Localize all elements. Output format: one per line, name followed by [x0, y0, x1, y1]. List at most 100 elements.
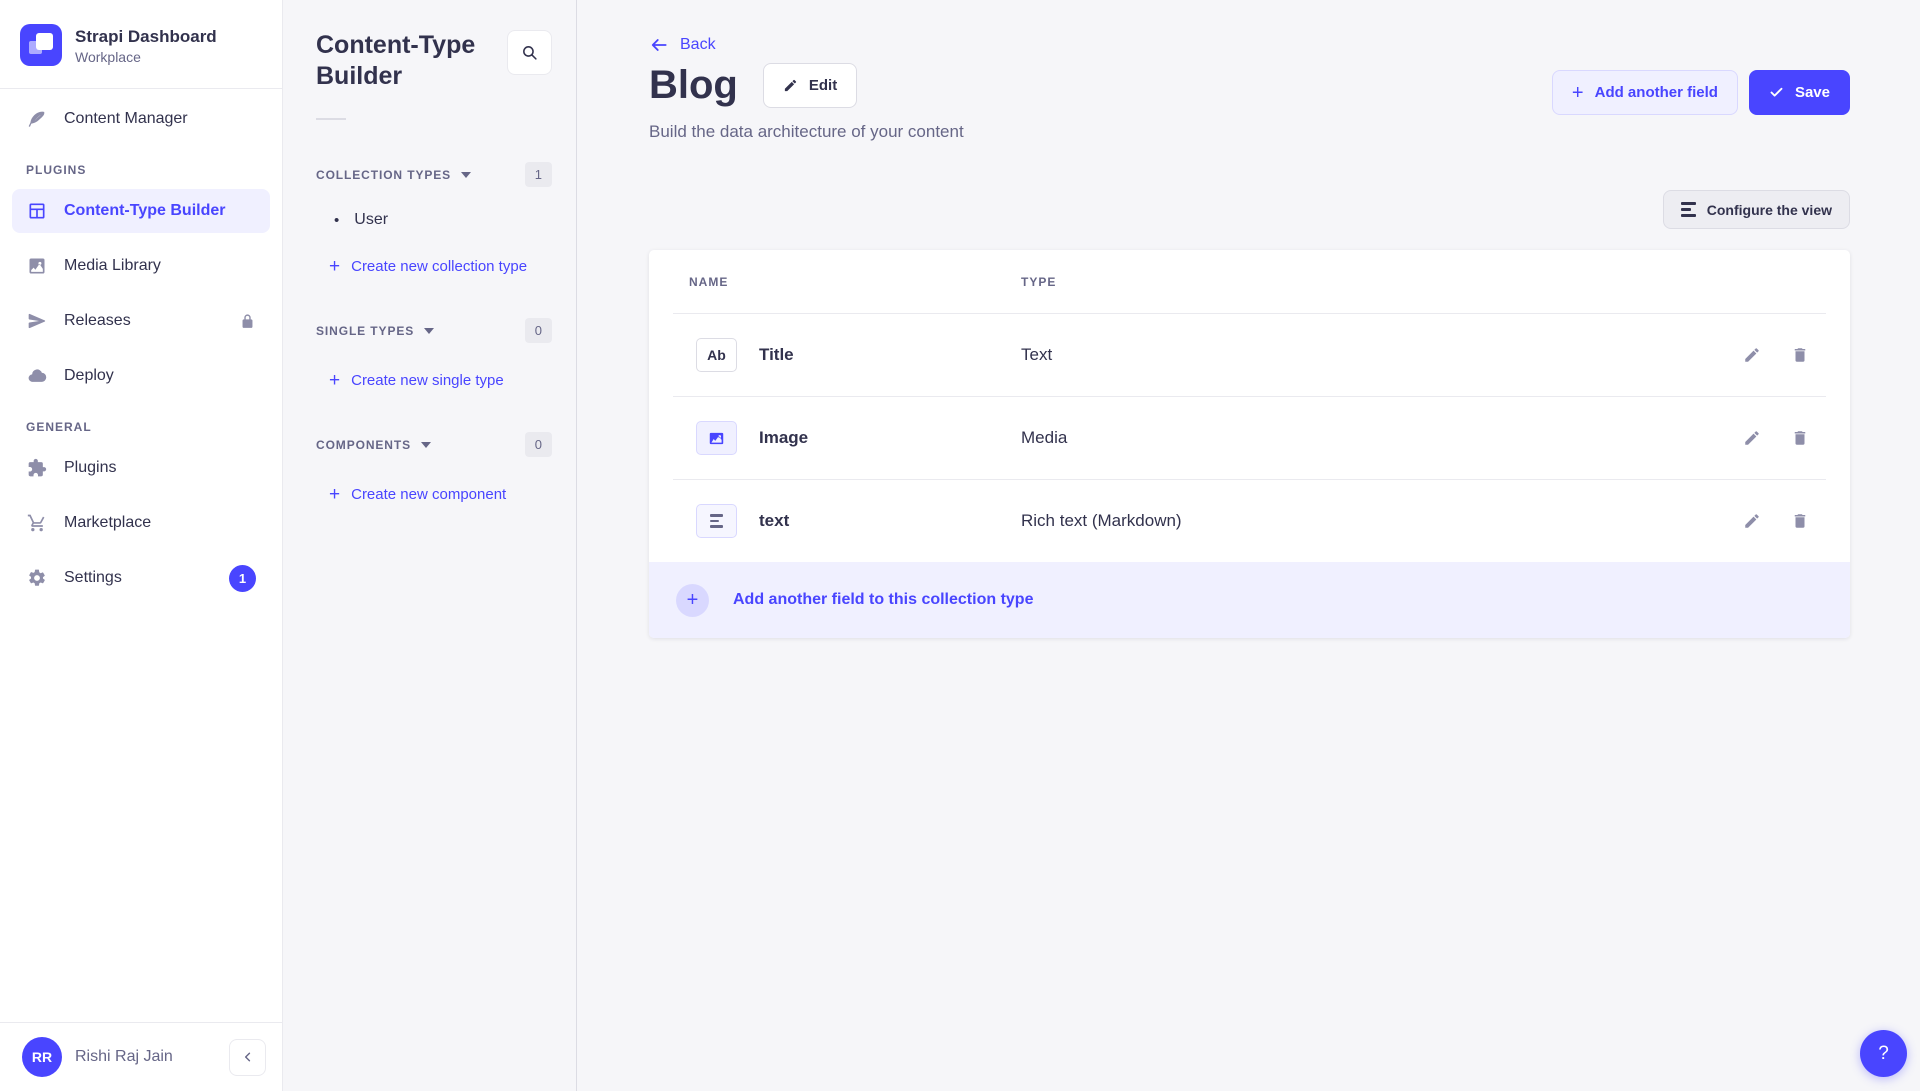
text-field-icon: Ab — [696, 338, 737, 372]
edit-field-button[interactable] — [1742, 345, 1762, 365]
delete-field-button[interactable] — [1790, 345, 1810, 365]
settings-notification-badge: 1 — [229, 565, 256, 592]
sidebar-item-plugins[interactable]: Plugins — [12, 446, 270, 490]
trash-icon — [1791, 512, 1809, 530]
delete-field-button[interactable] — [1790, 511, 1810, 531]
page-title: Blog — [649, 63, 738, 108]
components-section-header[interactable]: COMPONENTS 0 — [316, 432, 552, 457]
back-link[interactable]: Back — [649, 35, 716, 55]
search-button[interactable] — [507, 30, 552, 75]
pencil-icon — [1743, 512, 1761, 530]
avatar[interactable]: RR — [22, 1037, 62, 1077]
help-button[interactable]: ? — [1860, 1030, 1907, 1077]
table-row[interactable]: Image Media — [649, 397, 1850, 479]
field-type: Media — [1021, 428, 1742, 448]
chevron-down-icon — [421, 442, 431, 448]
edit-field-button[interactable] — [1742, 428, 1762, 448]
column-header-type: TYPE — [1021, 275, 1810, 289]
sidebar-item-label: Marketplace — [64, 514, 151, 532]
app-title: Strapi Dashboard — [75, 26, 217, 47]
sidebar-item-settings[interactable]: Settings 1 — [12, 556, 270, 600]
main-sidebar: Strapi Dashboard Workplace Content Manag… — [0, 0, 283, 1091]
create-new-component-link[interactable]: + Create new component — [316, 485, 552, 504]
column-header-name: NAME — [689, 275, 1021, 289]
plus-icon: + — [329, 371, 340, 390]
add-field-to-collection-label: Add another field to this collection typ… — [733, 591, 1033, 609]
user-name: Rishi Raj Jain — [75, 1048, 173, 1066]
media-field-icon — [696, 421, 737, 455]
pencil-icon — [1743, 429, 1761, 447]
sidebar-item-deploy[interactable]: Deploy — [12, 354, 270, 398]
page-subtitle: Build the data architecture of your cont… — [649, 122, 1850, 142]
sidebar-item-content-manager[interactable]: Content Manager — [12, 97, 270, 141]
sidebar-nav: Content Manager PLUGINS Content-Type Bui… — [0, 89, 282, 1022]
save-label: Save — [1795, 84, 1830, 101]
content-type-builder-subnav: Content-Type Builder COLLECTION TYPES 1 … — [283, 0, 577, 1091]
trash-icon — [1791, 346, 1809, 364]
paper-plane-icon — [26, 310, 48, 332]
subnav-title: Content-Type Builder — [316, 30, 481, 92]
pencil-icon — [1743, 346, 1761, 364]
sidebar-item-media-library[interactable]: Media Library — [12, 244, 270, 288]
richtext-field-icon — [696, 504, 737, 538]
sidebar-section-plugins: PLUGINS — [26, 163, 256, 177]
feather-pen-icon — [26, 108, 48, 130]
main-content: Back Blog Edit + Add another field — [577, 0, 1920, 1091]
sidebar-item-label: Deploy — [64, 367, 114, 385]
single-types-label: SINGLE TYPES — [316, 324, 414, 338]
sidebar-item-label: Plugins — [64, 459, 116, 477]
collection-type-item-label: User — [354, 211, 388, 229]
components-label: COMPONENTS — [316, 438, 411, 452]
collection-types-count-badge: 1 — [525, 162, 552, 187]
edit-label: Edit — [809, 77, 837, 94]
configure-the-view-button[interactable]: Configure the view — [1663, 190, 1850, 229]
sidebar-item-label: Media Library — [64, 257, 161, 275]
table-row[interactable]: Ab Title Text — [649, 314, 1850, 396]
edit-field-button[interactable] — [1742, 511, 1762, 531]
create-link-label: Create new collection type — [351, 258, 527, 275]
plus-icon: + — [329, 485, 340, 504]
sidebar-item-content-type-builder[interactable]: Content-Type Builder — [12, 189, 270, 233]
arrow-left-icon — [649, 35, 669, 55]
workspace-name: Workplace — [75, 49, 217, 65]
divider — [316, 118, 346, 120]
create-link-label: Create new component — [351, 486, 506, 503]
sidebar-item-releases[interactable]: Releases — [12, 299, 270, 343]
table-header: NAME TYPE — [649, 250, 1850, 313]
add-another-field-button[interactable]: + Add another field — [1552, 70, 1738, 115]
delete-field-button[interactable] — [1790, 428, 1810, 448]
collection-type-item-user[interactable]: • User — [316, 211, 552, 229]
edit-button[interactable]: Edit — [763, 63, 857, 108]
create-new-collection-type-link[interactable]: + Create new collection type — [316, 257, 552, 276]
pencil-icon — [783, 78, 798, 93]
filter-lines-icon — [1681, 202, 1696, 217]
sidebar-item-marketplace[interactable]: Marketplace — [12, 501, 270, 545]
trash-icon — [1791, 429, 1809, 447]
lock-icon — [239, 313, 256, 330]
plus-icon: + — [1572, 83, 1584, 103]
add-field-to-collection-button[interactable]: + Add another field to this collection t… — [649, 562, 1850, 638]
collapse-sidebar-button[interactable] — [229, 1039, 266, 1076]
collection-types-section-header[interactable]: COLLECTION TYPES 1 — [316, 162, 552, 187]
collection-types-label: COLLECTION TYPES — [316, 168, 451, 182]
save-button[interactable]: Save — [1749, 70, 1850, 115]
plus-circle-icon: + — [676, 584, 709, 617]
add-another-field-label: Add another field — [1595, 84, 1718, 101]
table-row[interactable]: text Rich text (Markdown) — [649, 480, 1850, 562]
field-name: Title — [759, 345, 794, 365]
sidebar-item-label: Releases — [64, 312, 131, 330]
strapi-logo-icon — [20, 24, 62, 66]
sidebar-item-label: Content-Type Builder — [64, 202, 225, 220]
text-field-icon-label: Ab — [707, 347, 726, 363]
single-types-section-header[interactable]: SINGLE TYPES 0 — [316, 318, 552, 343]
bullet-icon: • — [334, 212, 339, 229]
workspace-brand[interactable]: Strapi Dashboard Workplace — [0, 0, 282, 89]
back-label: Back — [680, 36, 716, 54]
field-name: text — [759, 511, 789, 531]
create-new-single-type-link[interactable]: + Create new single type — [316, 371, 552, 390]
configure-view-label: Configure the view — [1707, 202, 1832, 218]
sidebar-item-label: Settings — [64, 569, 122, 587]
layout-grid-icon — [26, 200, 48, 222]
single-types-count-badge: 0 — [525, 318, 552, 343]
field-name: Image — [759, 428, 808, 448]
